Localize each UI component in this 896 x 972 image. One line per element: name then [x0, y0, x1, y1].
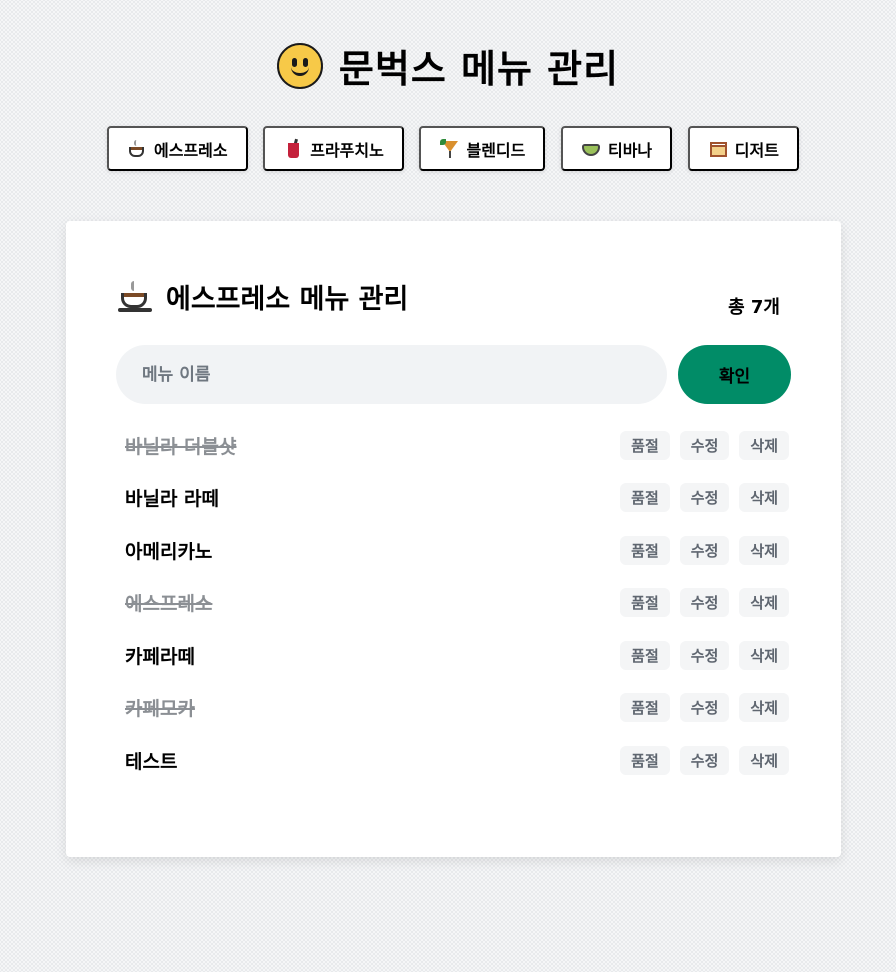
confirm-button[interactable]: 확인 — [678, 345, 791, 404]
menu-card: 에스프레소 메뉴 관리 총 7개 확인 바닐라 더블샷품절수정삭제바닐라 라떼품… — [66, 221, 841, 857]
delete-button[interactable]: 삭제 — [739, 430, 789, 460]
item-actions: 품절 수정 삭제 — [620, 693, 789, 723]
app-header: 문벅스 메뉴 관리 — [0, 38, 896, 93]
nav-label: 티바나 — [607, 142, 653, 160]
menu-item-name: 바닐라 라떼 — [125, 488, 220, 511]
item-actions: 품절 수정 삭제 — [620, 588, 789, 618]
soldout-button[interactable]: 품절 — [620, 640, 670, 670]
menu-item-name: 아메리카노 — [125, 540, 213, 563]
soldout-button[interactable]: 품절 — [620, 430, 670, 460]
soldout-button[interactable]: 품절 — [620, 693, 670, 723]
delete-button[interactable]: 삭제 — [739, 588, 789, 618]
nav-teavana-button[interactable]: 티바나 — [560, 126, 673, 171]
item-actions: 품절 수정 삭제 — [620, 640, 789, 670]
menu-item-name: 테스트 — [125, 750, 178, 773]
nav-frappuccino-button[interactable]: 프라푸치노 — [263, 126, 404, 171]
section-title: 에스프레소 메뉴 관리 — [166, 284, 409, 315]
soldout-button[interactable]: 품절 — [620, 745, 670, 775]
delete-button[interactable]: 삭제 — [739, 535, 789, 565]
coffee-cup-icon — [118, 279, 154, 315]
menu-list: 바닐라 더블샷 품절 수정 삭제 바닐라 라떼 품절 수정 삭제 아메리카노 품절 수정 삭제 에스프레… — [125, 419, 789, 787]
list-item: 바닐라 라떼 품절 수정 삭제 — [125, 472, 789, 525]
list-item: 테스트 품절 수정 삭제 — [125, 734, 789, 787]
item-actions: 품절 수정 삭제 — [620, 483, 789, 513]
soldout-button[interactable]: 품절 — [620, 588, 670, 618]
edit-button[interactable]: 수정 — [679, 640, 730, 670]
edit-button[interactable]: 수정 — [679, 588, 730, 618]
list-item: 에스프레소 품절 수정 삭제 — [125, 577, 789, 630]
nav-label: 디저트 — [734, 142, 779, 160]
edit-button[interactable]: 수정 — [679, 430, 730, 460]
edit-button[interactable]: 수정 — [679, 745, 730, 775]
category-nav: 에스프레소 프라푸치노 블렌디드 티바나 디저트 — [107, 126, 799, 171]
menu-item-name: 에스프레소 — [125, 593, 213, 616]
list-item: 아메리카노 품절 수정 삭제 — [125, 524, 789, 577]
item-actions: 품절 수정 삭제 — [620, 430, 789, 460]
blended-drink-icon — [439, 138, 459, 159]
delete-button[interactable]: 삭제 — [739, 483, 789, 513]
cake-icon — [708, 139, 728, 159]
edit-button[interactable]: 수정 — [679, 693, 730, 723]
coffee-cup-icon — [127, 139, 147, 159]
soldout-button[interactable]: 품절 — [620, 483, 670, 513]
menu-form: 확인 — [116, 345, 791, 404]
tea-icon — [581, 139, 601, 159]
menu-item-name: 바닐라 더블샷 — [125, 435, 237, 458]
nav-label: 프라푸치노 — [310, 142, 384, 160]
nav-espresso-button[interactable]: 에스프레소 — [107, 126, 248, 171]
item-actions: 품절 수정 삭제 — [620, 535, 789, 565]
soldout-button[interactable]: 품절 — [620, 535, 670, 565]
delete-button[interactable]: 삭제 — [739, 693, 789, 723]
menu-name-input[interactable] — [116, 345, 667, 404]
edit-button[interactable]: 수정 — [679, 535, 730, 565]
section-header: 에스프레소 메뉴 관리 — [118, 277, 408, 316]
nav-blended-button[interactable]: 블렌디드 — [419, 126, 546, 171]
edit-button[interactable]: 수정 — [679, 483, 730, 513]
frappuccino-icon — [283, 138, 303, 159]
nav-dessert-button[interactable]: 디저트 — [687, 126, 799, 171]
delete-button[interactable]: 삭제 — [739, 745, 789, 775]
item-actions: 품절 수정 삭제 — [620, 745, 789, 775]
app-title: 문벅스 메뉴 관리 — [338, 47, 620, 91]
list-item: 카페라떼 품절 수정 삭제 — [125, 629, 789, 682]
menu-item-name: 카페라떼 — [125, 645, 195, 668]
list-item: 바닐라 더블샷 품절 수정 삭제 — [125, 419, 789, 472]
menu-item-name: 카페모카 — [125, 698, 195, 721]
delete-button[interactable]: 삭제 — [739, 640, 789, 670]
nav-label: 블렌디드 — [466, 142, 526, 160]
menu-count: 총 7개 — [728, 297, 780, 318]
nav-label: 에스프레소 — [154, 142, 228, 160]
list-item: 카페모카 품절 수정 삭제 — [125, 682, 789, 735]
smiley-icon — [276, 42, 323, 89]
